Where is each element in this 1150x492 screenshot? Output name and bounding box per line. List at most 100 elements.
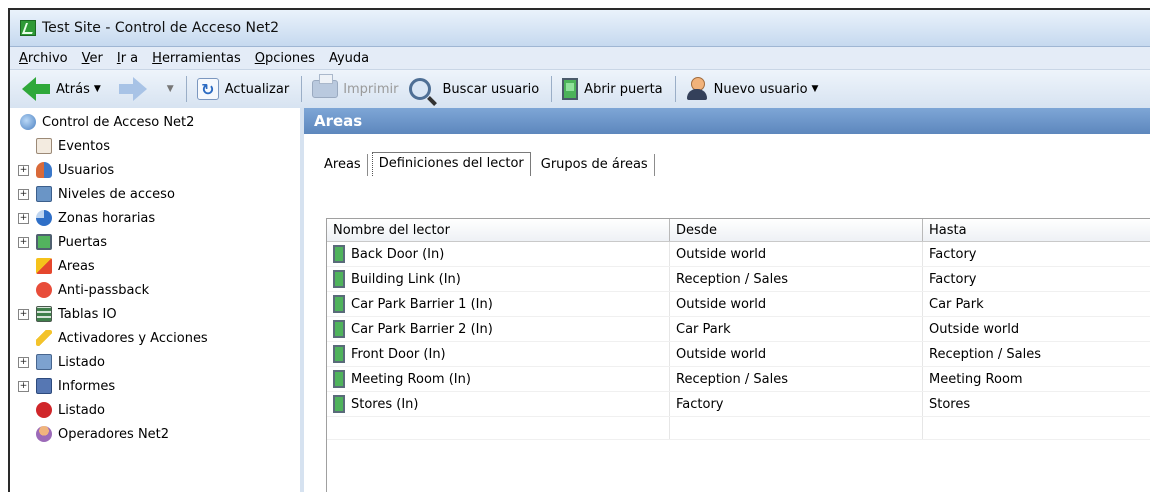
expand-icon[interactable]: + bbox=[18, 165, 29, 176]
tree-item-usuarios[interactable]: + Usuarios bbox=[10, 158, 300, 182]
open-door-label: Abrir puerta bbox=[584, 82, 662, 97]
network-icon bbox=[20, 114, 36, 130]
tab-areas[interactable]: Areas bbox=[318, 154, 368, 176]
back-label: Atrás bbox=[56, 82, 90, 97]
user-icon bbox=[686, 77, 708, 101]
back-arrow-icon bbox=[22, 77, 36, 101]
tree-item-areas[interactable]: Areas bbox=[36, 254, 95, 278]
expand-icon[interactable]: + bbox=[18, 189, 29, 200]
clock-icon bbox=[36, 210, 52, 226]
reader-door-icon bbox=[333, 395, 345, 413]
chevron-down-icon[interactable]: ▼ bbox=[94, 84, 101, 94]
table-row[interactable]: Meeting Room (In) Reception / Sales Meet… bbox=[327, 367, 1150, 392]
title-bar: Test Site - Control de Acceso Net2 bbox=[10, 10, 1150, 47]
lightning-icon bbox=[36, 330, 52, 346]
search-icon bbox=[409, 78, 431, 100]
refresh-icon: ↻ bbox=[197, 78, 219, 100]
reader-door-icon bbox=[333, 270, 345, 288]
print-button[interactable]: Imprimir bbox=[308, 74, 402, 104]
reports-icon bbox=[36, 378, 52, 394]
tree-item-zonas[interactable]: + Zonas horarias bbox=[10, 206, 300, 230]
events-icon bbox=[36, 138, 52, 154]
areas-icon bbox=[36, 258, 52, 274]
table-row[interactable]: Stores (In) Factory Stores bbox=[327, 392, 1150, 417]
table-row[interactable]: Car Park Barrier 1 (In) Outside world Ca… bbox=[327, 292, 1150, 317]
tree-item-informes[interactable]: + Informes bbox=[10, 374, 300, 398]
menu-ayuda[interactable]: Ayuda bbox=[326, 51, 372, 66]
anti-passback-icon bbox=[36, 282, 52, 298]
tree-item-activadores[interactable]: Activadores y Acciones bbox=[36, 326, 208, 350]
reader-door-icon bbox=[333, 295, 345, 313]
reader-door-icon bbox=[333, 320, 345, 338]
tab-bar: Areas Definiciones del lector Grupos de … bbox=[318, 148, 659, 176]
tree-item-eventos[interactable]: Eventos bbox=[36, 134, 110, 158]
users-icon bbox=[36, 162, 52, 178]
main-panel: Areas Areas Definiciones del lector Grup… bbox=[304, 108, 1150, 492]
printer-icon bbox=[312, 80, 338, 98]
section-title: Areas bbox=[304, 108, 1150, 134]
window-title: Test Site - Control de Acceso Net2 bbox=[42, 20, 279, 36]
forward-arrow-icon bbox=[133, 77, 147, 101]
door-icon bbox=[562, 78, 578, 100]
back-button[interactable]: Atrás ▼ bbox=[18, 74, 105, 104]
tree-item-listado-alert[interactable]: Listado bbox=[36, 398, 105, 422]
operators-icon bbox=[36, 426, 52, 442]
navigation-tree: Control de Acceso Net2 Eventos + Usuario… bbox=[10, 108, 304, 492]
alert-icon bbox=[36, 402, 52, 418]
tab-grupos-de-areas[interactable]: Grupos de áreas bbox=[535, 154, 655, 176]
tree-item-puertas[interactable]: + Puertas bbox=[10, 230, 300, 254]
access-levels-icon bbox=[36, 186, 52, 202]
tree-item-niveles[interactable]: + Niveles de acceso bbox=[10, 182, 300, 206]
expand-icon[interactable]: + bbox=[18, 237, 29, 248]
door-icon bbox=[36, 234, 52, 250]
menu-bar: Archivo Ver Ir a Herramientas Opciones A… bbox=[10, 47, 1150, 70]
menu-herramientas[interactable]: Herramientas bbox=[149, 51, 244, 66]
tree-item-net2[interactable]: Control de Acceso Net2 bbox=[20, 110, 194, 134]
toolbar-separator bbox=[675, 76, 676, 102]
tree-item-anti-passback[interactable]: Anti-passback bbox=[36, 278, 149, 302]
table-row[interactable]: Car Park Barrier 2 (In) Car Park Outside… bbox=[327, 317, 1150, 342]
refresh-label: Actualizar bbox=[225, 82, 289, 97]
toolbar-separator bbox=[301, 76, 302, 102]
column-header-hasta[interactable]: Hasta bbox=[923, 219, 1150, 242]
toolbar: Atrás ▼ ▼ ↻ Actualizar Imprimir Buscar u… bbox=[10, 70, 1150, 109]
new-user-button[interactable]: Nuevo usuario ▼ bbox=[682, 74, 823, 104]
chevron-down-icon[interactable]: ▼ bbox=[812, 84, 819, 94]
tree-item-operadores[interactable]: Operadores Net2 bbox=[36, 422, 169, 446]
menu-opciones[interactable]: Opciones bbox=[252, 51, 318, 66]
forward-button[interactable]: ▼ bbox=[115, 74, 178, 104]
reader-door-icon bbox=[333, 370, 345, 388]
new-user-label: Nuevo usuario bbox=[714, 82, 808, 97]
table-row[interactable]: Building Link (In) Reception / Sales Fac… bbox=[327, 267, 1150, 292]
table-header-row: Nombre del lector Desde Hasta bbox=[327, 219, 1150, 242]
reader-door-icon bbox=[333, 345, 345, 363]
reader-door-icon bbox=[333, 245, 345, 263]
toolbar-separator bbox=[551, 76, 552, 102]
search-user-label: Buscar usuario bbox=[443, 82, 540, 97]
readers-table: Nombre del lector Desde Hasta Back Door … bbox=[326, 218, 1150, 492]
menu-ver[interactable]: Ver bbox=[79, 51, 106, 66]
content-area: Control de Acceso Net2 Eventos + Usuario… bbox=[10, 108, 1150, 492]
expand-icon[interactable]: + bbox=[18, 357, 29, 368]
app-window: Test Site - Control de Acceso Net2 Archi… bbox=[8, 8, 1150, 492]
column-header-desde[interactable]: Desde bbox=[670, 219, 923, 242]
column-header-nombre[interactable]: Nombre del lector bbox=[327, 219, 670, 242]
tab-definiciones-del-lector[interactable]: Definiciones del lector bbox=[372, 152, 531, 176]
table-row[interactable]: Back Door (In) Outside world Factory bbox=[327, 242, 1150, 267]
tree-item-tablas-io[interactable]: + Tablas IO bbox=[10, 302, 300, 326]
open-door-button[interactable]: Abrir puerta bbox=[558, 74, 666, 104]
chevron-down-icon[interactable]: ▼ bbox=[167, 84, 174, 94]
menu-ir-a[interactable]: Ir a bbox=[114, 51, 141, 66]
print-label: Imprimir bbox=[343, 82, 398, 97]
expand-icon[interactable]: + bbox=[18, 381, 29, 392]
table-row[interactable]: Front Door (In) Outside world Reception … bbox=[327, 342, 1150, 367]
table-empty-row bbox=[327, 417, 1150, 440]
expand-icon[interactable]: + bbox=[18, 213, 29, 224]
list-icon bbox=[36, 354, 52, 370]
io-tables-icon bbox=[36, 306, 52, 322]
refresh-button[interactable]: ↻ Actualizar bbox=[193, 74, 293, 104]
expand-icon[interactable]: + bbox=[18, 309, 29, 320]
search-user-button[interactable]: Buscar usuario bbox=[405, 74, 544, 104]
tree-item-listado[interactable]: + Listado bbox=[10, 350, 300, 374]
menu-archivo[interactable]: Archivo bbox=[16, 51, 71, 66]
